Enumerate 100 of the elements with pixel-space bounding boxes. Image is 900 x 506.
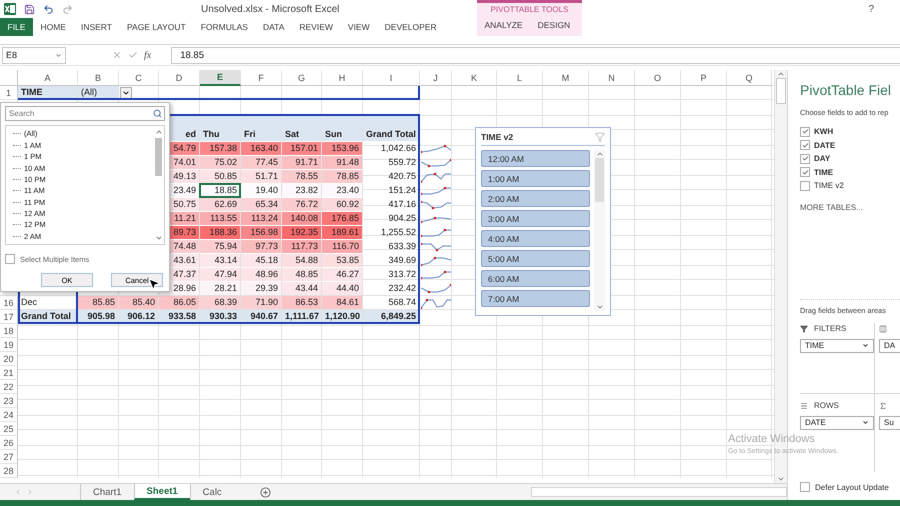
horizontal-scrollbar[interactable] bbox=[530, 487, 787, 498]
table-cell: 91.71 bbox=[282, 156, 321, 170]
table-cell: Sun bbox=[322, 128, 362, 142]
ribbon-tab[interactable]: FILE bbox=[0, 18, 33, 36]
checkbox[interactable] bbox=[800, 180, 810, 191]
slicer-item[interactable]: 4:00 AM bbox=[481, 230, 590, 248]
name-box[interactable]: E8 bbox=[2, 46, 66, 64]
checkbox[interactable] bbox=[800, 140, 810, 150]
table-cell-text: 417.16 bbox=[387, 198, 417, 212]
row-header[interactable]: 17 bbox=[0, 310, 18, 324]
row-header[interactable]: 26 bbox=[0, 436, 18, 450]
table-cell: Fri bbox=[241, 128, 281, 142]
row-header[interactable]: 24 bbox=[0, 408, 18, 422]
checkbox[interactable] bbox=[800, 126, 810, 137]
column-header[interactable]: E bbox=[200, 70, 241, 86]
ribbon-tab[interactable]: ANALYZE bbox=[477, 16, 530, 34]
caret-icon bbox=[862, 342, 869, 350]
area-field[interactable]: DATE bbox=[800, 416, 874, 430]
table-cell: 86.53 bbox=[282, 296, 321, 310]
row-header[interactable]: 18 bbox=[0, 324, 18, 338]
slicer-item[interactable]: 7:00 AM bbox=[481, 290, 590, 308]
checkbox[interactable] bbox=[800, 482, 810, 492]
area-field[interactable]: DA bbox=[879, 338, 900, 353]
row-header[interactable]: 21 bbox=[0, 366, 18, 380]
ribbon-tab[interactable]: REVIEW bbox=[292, 18, 340, 36]
more-tables-link[interactable]: MORE TABLES... bbox=[800, 202, 900, 212]
scrollbar-thumb[interactable] bbox=[595, 158, 604, 202]
sheet-tab[interactable]: Sheet1 bbox=[134, 484, 190, 500]
area-field[interactable]: Su bbox=[879, 416, 900, 430]
checkbox[interactable] bbox=[800, 167, 810, 178]
area-field[interactable]: TIME bbox=[800, 338, 874, 353]
slicer-item[interactable]: 3:00 AM bbox=[481, 210, 590, 228]
slicer-item[interactable]: 5:00 AM bbox=[481, 250, 590, 268]
table-cell: 48.96 bbox=[241, 268, 281, 282]
help-button[interactable]: ? bbox=[868, 4, 874, 36]
table-cell-text: 1,042.66 bbox=[380, 142, 417, 156]
table-cell: 71.90 bbox=[241, 296, 281, 310]
checkbox[interactable] bbox=[5, 254, 15, 264]
ribbon-tab[interactable]: DATA bbox=[255, 18, 292, 36]
table-cell: 28.21 bbox=[200, 282, 240, 296]
table-cell: 47.94 bbox=[200, 268, 240, 282]
row-header[interactable]: 28 bbox=[0, 464, 18, 478]
table-cell-text: 232.42 bbox=[387, 282, 417, 296]
row-header[interactable]: 22 bbox=[0, 380, 18, 394]
slicer-item[interactable]: 1:00 AM bbox=[481, 170, 590, 188]
table-cell: 163.40 bbox=[241, 142, 281, 156]
row-header[interactable]: 23 bbox=[0, 394, 18, 408]
table-cell: 46.27 bbox=[322, 268, 362, 282]
table-cell: 940.67 bbox=[241, 310, 281, 324]
caret-icon bbox=[55, 52, 62, 59]
scrollbar-thumb[interactable] bbox=[776, 78, 786, 104]
ribbon-tab[interactable]: DESIGN bbox=[530, 16, 578, 34]
insert-function-button[interactable]: fx bbox=[144, 50, 152, 61]
table-cell: 1,120.90 bbox=[322, 310, 362, 324]
slicer-item[interactable]: 6:00 AM bbox=[481, 270, 590, 288]
ribbon-tab[interactable]: DEVELOPER bbox=[377, 18, 444, 36]
field-label: TIME bbox=[814, 168, 834, 177]
context-group-label: PIVOTTABLE TOOLS bbox=[490, 4, 570, 16]
scrollbar-thumb[interactable] bbox=[155, 138, 162, 176]
table-cell: 54.88 bbox=[282, 254, 321, 268]
checkbox[interactable] bbox=[800, 154, 810, 164]
ribbon-tab[interactable]: VIEW bbox=[340, 18, 378, 36]
table-cell: 78.85 bbox=[322, 170, 362, 184]
slicer-item[interactable]: 2:00 AM bbox=[481, 190, 590, 208]
table-cell: TIME bbox=[18, 86, 77, 100]
slicer-item[interactable]: 12:00 AM bbox=[481, 150, 590, 168]
table-cell-text: 904.25 bbox=[387, 212, 417, 226]
add-sheet-icon[interactable] bbox=[260, 486, 271, 498]
ribbon-tab[interactable]: PAGE LAYOUT bbox=[119, 18, 194, 36]
sum-icon bbox=[879, 402, 887, 410]
row-header[interactable]: 25 bbox=[0, 422, 18, 436]
table-cell: 76.72 bbox=[282, 198, 321, 212]
table-cell: 45.18 bbox=[241, 254, 281, 268]
row-header[interactable]: 27 bbox=[0, 450, 18, 464]
activation-title: Activate Windows bbox=[728, 433, 816, 445]
table-cell: 23.40 bbox=[322, 184, 362, 198]
table-cell: 906.12 bbox=[119, 310, 158, 324]
table-cell: 189.61 bbox=[322, 226, 362, 240]
search-field[interactable]: Search bbox=[5, 106, 165, 122]
table-cell: 68.39 bbox=[200, 296, 240, 310]
undo-icon[interactable] bbox=[43, 4, 54, 14]
table-cell: 97.73 bbox=[241, 240, 281, 254]
table-cell: 157.01 bbox=[282, 142, 321, 156]
formula-input[interactable]: 18.85 bbox=[171, 46, 900, 64]
ribbon-tab[interactable]: HOME bbox=[32, 18, 74, 36]
row-header[interactable]: 19 bbox=[0, 338, 18, 352]
area-label: ROWS bbox=[814, 401, 839, 410]
table-cell: 85.40 bbox=[119, 296, 158, 310]
table-cell-text: 568.74 bbox=[387, 296, 417, 310]
table-cell: 75.94 bbox=[200, 240, 240, 254]
slicer-title: TIME v2 bbox=[481, 132, 514, 142]
table-cell: 157.38 bbox=[200, 142, 240, 156]
row-header[interactable]: 20 bbox=[0, 352, 18, 366]
ribbon-tab[interactable]: INSERT bbox=[73, 18, 120, 36]
ribbon-tab[interactable]: FORMULAS bbox=[193, 18, 256, 36]
table-cell: Grand Total bbox=[363, 128, 419, 142]
save-icon[interactable] bbox=[24, 4, 35, 14]
filter-dropdown-button[interactable] bbox=[120, 87, 132, 100]
table-cell: 188.36 bbox=[200, 226, 240, 240]
table-cell: 933.58 bbox=[159, 310, 199, 324]
